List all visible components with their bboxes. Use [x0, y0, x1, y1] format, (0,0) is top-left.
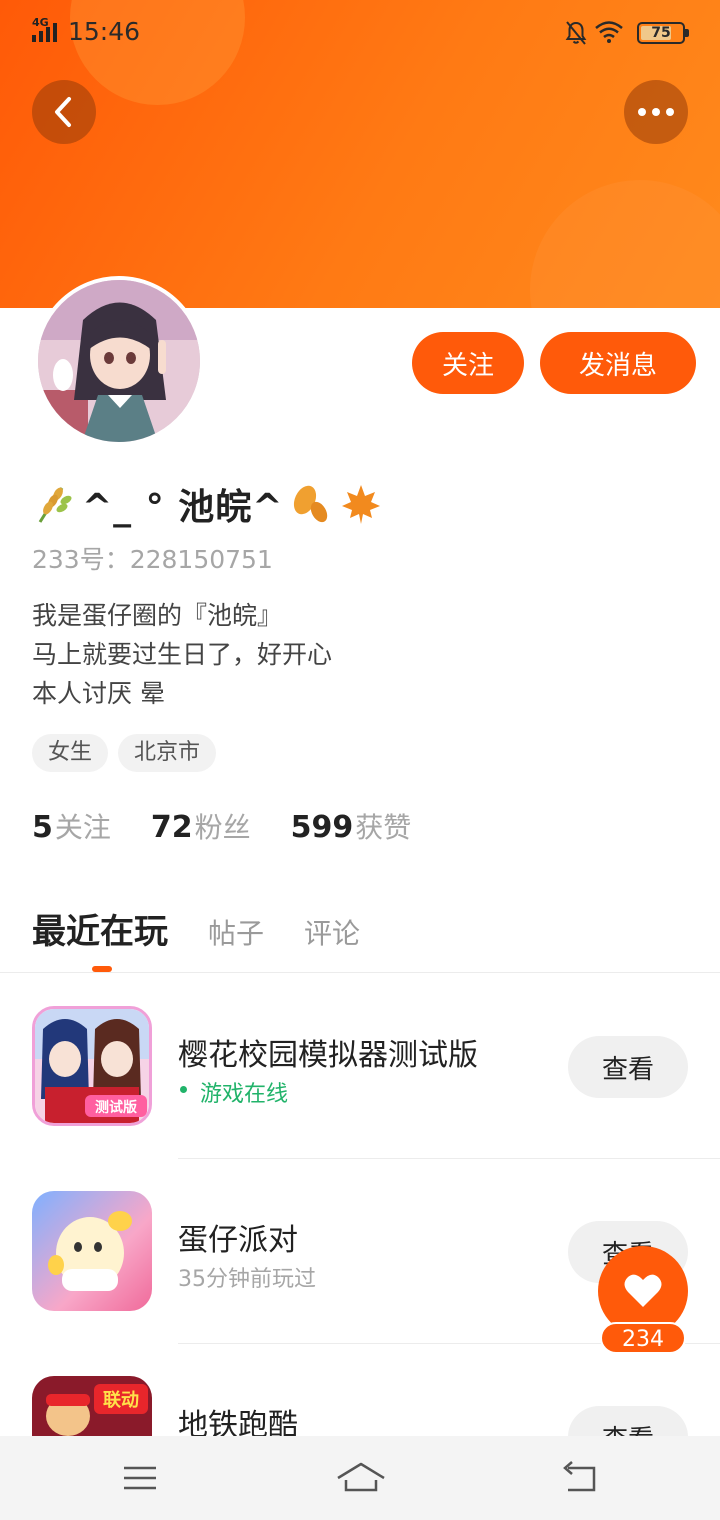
back-arrow-icon	[55, 97, 71, 127]
location-tag: 北京市	[118, 734, 217, 772]
game-name: 樱花校园模拟器测试版	[178, 1038, 478, 1073]
view-button[interactable]: 查看	[568, 1036, 688, 1098]
bio: 我是蛋仔圈的『池皖』 马上就要过生日了，好开心 本人讨厌 晕	[32, 596, 332, 713]
maple-leaf-emoji-icon	[342, 485, 381, 524]
likes-label: 获赞	[355, 811, 412, 844]
avatar[interactable]	[34, 276, 204, 446]
game-icon-label: 联动	[103, 1390, 139, 1411]
like-count: 234	[600, 1322, 686, 1354]
home-icon[interactable]	[336, 1458, 386, 1498]
bio-line: 本人讨厌 晕	[32, 679, 165, 708]
mute-bell-icon	[565, 21, 587, 45]
wheat-emoji-icon	[38, 487, 72, 523]
following-stat[interactable]: 5 关注	[32, 806, 111, 846]
likes-stat[interactable]: 599 获赞	[291, 806, 412, 846]
likes-count: 599	[290, 810, 354, 845]
profile-tags: 女生 北京市	[32, 734, 226, 772]
game-icon-sakura: 测试版	[32, 1006, 152, 1126]
nickname-row: ^_ ° 池皖^	[32, 478, 383, 530]
followers-stat[interactable]: 72 粉丝	[151, 806, 251, 846]
bio-line: 马上就要过生日了，好开心	[32, 640, 333, 669]
more-dots-icon	[635, 108, 677, 116]
following-count: 5	[32, 810, 53, 845]
system-nav-bar	[0, 1436, 720, 1520]
gender-tag: 女生	[32, 734, 109, 772]
tab-comments[interactable]: 评论	[304, 912, 360, 952]
user-id: 233号：228150751	[32, 545, 273, 574]
signal-icon: 4G	[32, 16, 62, 44]
wifi-icon	[595, 21, 623, 43]
tab-recently-played[interactable]: 最近在玩	[32, 904, 168, 953]
more-options-button[interactable]	[624, 80, 688, 144]
battery-icon: 75	[637, 22, 689, 44]
status-time: 15:46	[68, 17, 141, 46]
profile-screen: 4G 15:46 75 关注 发消息 ^_ ° 池皖^ 233号：2281507…	[0, 0, 720, 1520]
banner-decoration	[530, 180, 720, 308]
nickname: ^_ ° 池皖^	[82, 487, 284, 528]
list-item[interactable]: 测试版 樱花校园模拟器测试版 游戏在线 查看	[0, 974, 720, 1159]
game-icon-eggy-party	[32, 1191, 152, 1311]
profile-tabs: 最近在玩 帖子 评论	[32, 904, 400, 953]
return-icon[interactable]	[560, 1458, 600, 1498]
bio-line: 我是蛋仔圈的『池皖』	[32, 601, 283, 630]
game-icon-label: 测试版	[95, 1099, 137, 1116]
profile-stats: 5 关注 72 粉丝 599 获赞	[32, 806, 451, 846]
avatar-illustration	[38, 280, 200, 442]
battery-level: 75	[651, 25, 671, 41]
followers-count: 72	[150, 810, 193, 845]
follow-button[interactable]: 关注	[412, 332, 524, 394]
send-message-button[interactable]: 发消息	[540, 332, 696, 394]
game-status: 游戏在线	[178, 1076, 288, 1108]
followers-label: 粉丝	[194, 811, 251, 844]
game-status: 35分钟前玩过	[178, 1267, 316, 1292]
divider	[0, 972, 720, 973]
menu-icon[interactable]	[120, 1458, 160, 1498]
heart-icon	[624, 1274, 662, 1307]
tab-posts[interactable]: 帖子	[208, 912, 264, 952]
game-name: 蛋仔派对	[178, 1223, 298, 1258]
status-bar: 4G 15:46 75	[0, 0, 720, 64]
back-button[interactable]	[32, 80, 96, 144]
following-label: 关注	[54, 811, 111, 844]
fallen-leaf-emoji-icon	[294, 485, 328, 523]
